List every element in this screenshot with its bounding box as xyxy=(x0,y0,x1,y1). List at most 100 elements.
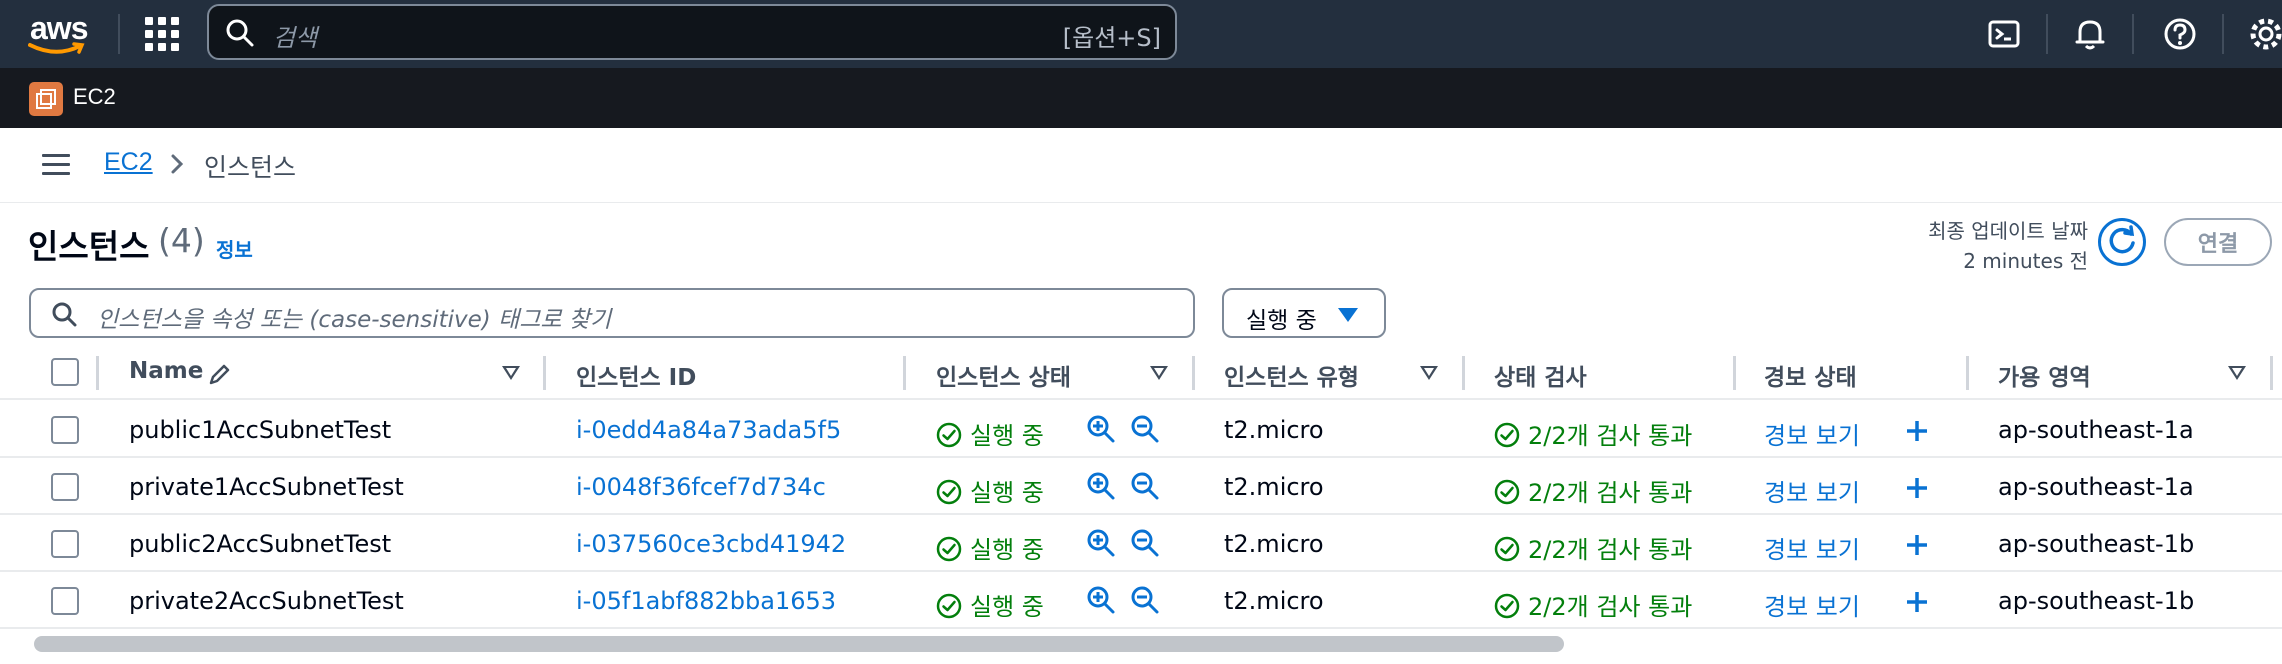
column-divider[interactable] xyxy=(1462,356,1465,390)
nav-divider xyxy=(2132,14,2134,54)
service-bar: EC2 xyxy=(0,68,2282,128)
add-alarm-plus-icon[interactable] xyxy=(1904,589,1930,615)
status-check-label: 2/2개 검사 통과 xyxy=(1528,479,1693,507)
row-checkbox[interactable] xyxy=(51,587,79,615)
view-alarms-link[interactable]: 경보 보기 xyxy=(1764,416,1860,451)
search-shortcut: [옵션+S] xyxy=(1062,24,1161,52)
success-check-icon xyxy=(936,593,962,619)
success-check-icon xyxy=(1494,593,1520,619)
column-divider[interactable] xyxy=(543,356,546,390)
add-alarm-plus-icon[interactable] xyxy=(1904,418,1930,444)
top-navigation: aws 검색 [옵션+S] xyxy=(0,0,2282,68)
horizontal-scrollbar[interactable] xyxy=(34,636,1564,652)
edit-pencil-icon xyxy=(209,364,230,385)
column-header-alarm-status[interactable]: 경보 상태 xyxy=(1764,358,1857,392)
zoom-in-icon[interactable] xyxy=(1086,471,1116,501)
view-alarms-link[interactable]: 경보 보기 xyxy=(1764,530,1860,565)
instance-filter-input[interactable]: 인스턴스을 속성 또는 (case-sensitive) 태그로 찾기 xyxy=(29,288,1195,338)
table-row[interactable]: private1AccSubnetTest i-0048f36fcef7d734c… xyxy=(0,459,2282,515)
column-divider[interactable] xyxy=(1966,356,1969,390)
zoom-out-icon[interactable] xyxy=(1130,414,1160,444)
view-alarms-link[interactable]: 경보 보기 xyxy=(1764,473,1860,508)
column-divider[interactable] xyxy=(1192,356,1195,390)
search-icon xyxy=(52,302,77,327)
search-placeholder: 검색 xyxy=(273,24,318,52)
availability-zone: ap-southeast-1a xyxy=(1998,473,2194,501)
refresh-icon xyxy=(2109,225,2135,254)
state-filter-dropdown[interactable]: 실행 중 xyxy=(1222,288,1386,338)
column-divider[interactable] xyxy=(903,356,906,390)
services-grid-icon[interactable] xyxy=(145,17,179,51)
instance-id-link[interactable]: i-037560ce3cbd41942 xyxy=(576,530,846,558)
zoom-in-icon[interactable] xyxy=(1086,414,1116,444)
status-check: 2/2개 검사 통과 xyxy=(1494,587,1692,622)
table-row[interactable]: private2AccSubnetTest i-05f1abf882bba1653… xyxy=(0,573,2282,629)
help-icon[interactable] xyxy=(2160,14,2200,54)
row-checkbox[interactable] xyxy=(51,530,79,558)
zoom-out-icon[interactable] xyxy=(1130,528,1160,558)
column-header-instance-state[interactable]: 인스턴스 상태 xyxy=(936,358,1071,392)
last-updated: 최종 업데이트 날짜 2 minutes 전 xyxy=(1928,216,2088,276)
success-check-icon xyxy=(936,422,962,448)
breadcrumb-ec2-link[interactable]: EC2 xyxy=(104,148,153,177)
connect-button[interactable]: 연결 xyxy=(2164,218,2272,266)
sort-icon[interactable] xyxy=(1150,366,1168,380)
sort-icon[interactable] xyxy=(502,366,520,380)
nav-divider xyxy=(118,14,120,54)
view-alarms-link[interactable]: 경보 보기 xyxy=(1764,587,1860,622)
column-header-instance-id[interactable]: 인스턴스 ID xyxy=(576,358,696,392)
column-divider[interactable] xyxy=(1733,356,1736,390)
instance-name: public1AccSubnetTest xyxy=(129,416,392,444)
table-header: Name 인스턴스 ID 인스턴스 상태 인스턴스 유형 상태 검사 경보 상태… xyxy=(0,350,2282,400)
zoom-in-icon[interactable] xyxy=(1086,585,1116,615)
nav-divider xyxy=(2046,14,2048,54)
success-check-icon xyxy=(1494,536,1520,562)
zoom-out-icon[interactable] xyxy=(1130,585,1160,615)
status-check: 2/2개 검사 통과 xyxy=(1494,473,1692,508)
search-icon xyxy=(226,19,254,47)
select-all-checkbox[interactable] xyxy=(51,358,79,386)
availability-zone: ap-southeast-1a xyxy=(1998,416,2194,444)
column-header-name[interactable]: Name xyxy=(129,358,203,384)
zoom-out-icon[interactable] xyxy=(1130,471,1160,501)
nav-divider xyxy=(2222,14,2224,54)
aws-logo[interactable]: aws xyxy=(26,10,92,56)
column-divider xyxy=(96,356,99,390)
sort-icon[interactable] xyxy=(2228,366,2246,380)
success-check-icon xyxy=(936,479,962,505)
zoom-in-icon[interactable] xyxy=(1086,528,1116,558)
ec2-icon[interactable] xyxy=(29,82,63,116)
table-row[interactable]: public2AccSubnetTest i-037560ce3cbd41942 실… xyxy=(0,516,2282,572)
service-name[interactable]: EC2 xyxy=(73,84,116,110)
cloudshell-icon[interactable] xyxy=(1984,14,2024,54)
instance-type: t2.micro xyxy=(1224,416,1324,444)
instance-type: t2.micro xyxy=(1224,587,1324,615)
instance-id-link[interactable]: i-0edd4a84a73ada5f5 xyxy=(576,416,841,444)
refresh-button[interactable] xyxy=(2098,218,2146,266)
row-checkbox[interactable] xyxy=(51,416,79,444)
add-alarm-plus-icon[interactable] xyxy=(1904,532,1930,558)
column-header-instance-type[interactable]: 인스턴스 유형 xyxy=(1224,358,1359,392)
gear-icon[interactable] xyxy=(2246,14,2282,54)
instance-state-label: 실행 중 xyxy=(970,479,1044,507)
column-header-availability-zone[interactable]: 가용 영역 xyxy=(1998,358,2091,392)
instance-id-link[interactable]: i-05f1abf882bba1653 xyxy=(576,587,836,615)
last-updated-label: 최종 업데이트 날짜 xyxy=(1928,219,2088,243)
instance-state: 실행 중 xyxy=(936,530,1044,565)
row-checkbox[interactable] xyxy=(51,473,79,501)
menu-icon[interactable] xyxy=(42,154,70,176)
state-filter-label: 실행 중 xyxy=(1246,308,1317,334)
last-updated-value: 2 minutes 전 xyxy=(1963,249,2088,273)
info-link[interactable]: 정보 xyxy=(216,234,253,263)
instance-count: (4) xyxy=(158,221,205,260)
aws-smile-icon xyxy=(28,42,85,54)
column-header-status-check[interactable]: 상태 검사 xyxy=(1494,358,1587,392)
sort-icon[interactable] xyxy=(1420,366,1438,380)
table-row[interactable]: public1AccSubnetTest i-0edd4a84a73ada5f5 실… xyxy=(0,402,2282,458)
global-search-input[interactable]: 검색 [옵션+S] xyxy=(207,4,1177,60)
add-alarm-plus-icon[interactable] xyxy=(1904,475,1930,501)
column-divider[interactable] xyxy=(2270,356,2273,390)
availability-zone: ap-southeast-1b xyxy=(1998,587,2195,615)
bell-icon[interactable] xyxy=(2070,14,2110,54)
instance-id-link[interactable]: i-0048f36fcef7d734c xyxy=(576,473,826,501)
